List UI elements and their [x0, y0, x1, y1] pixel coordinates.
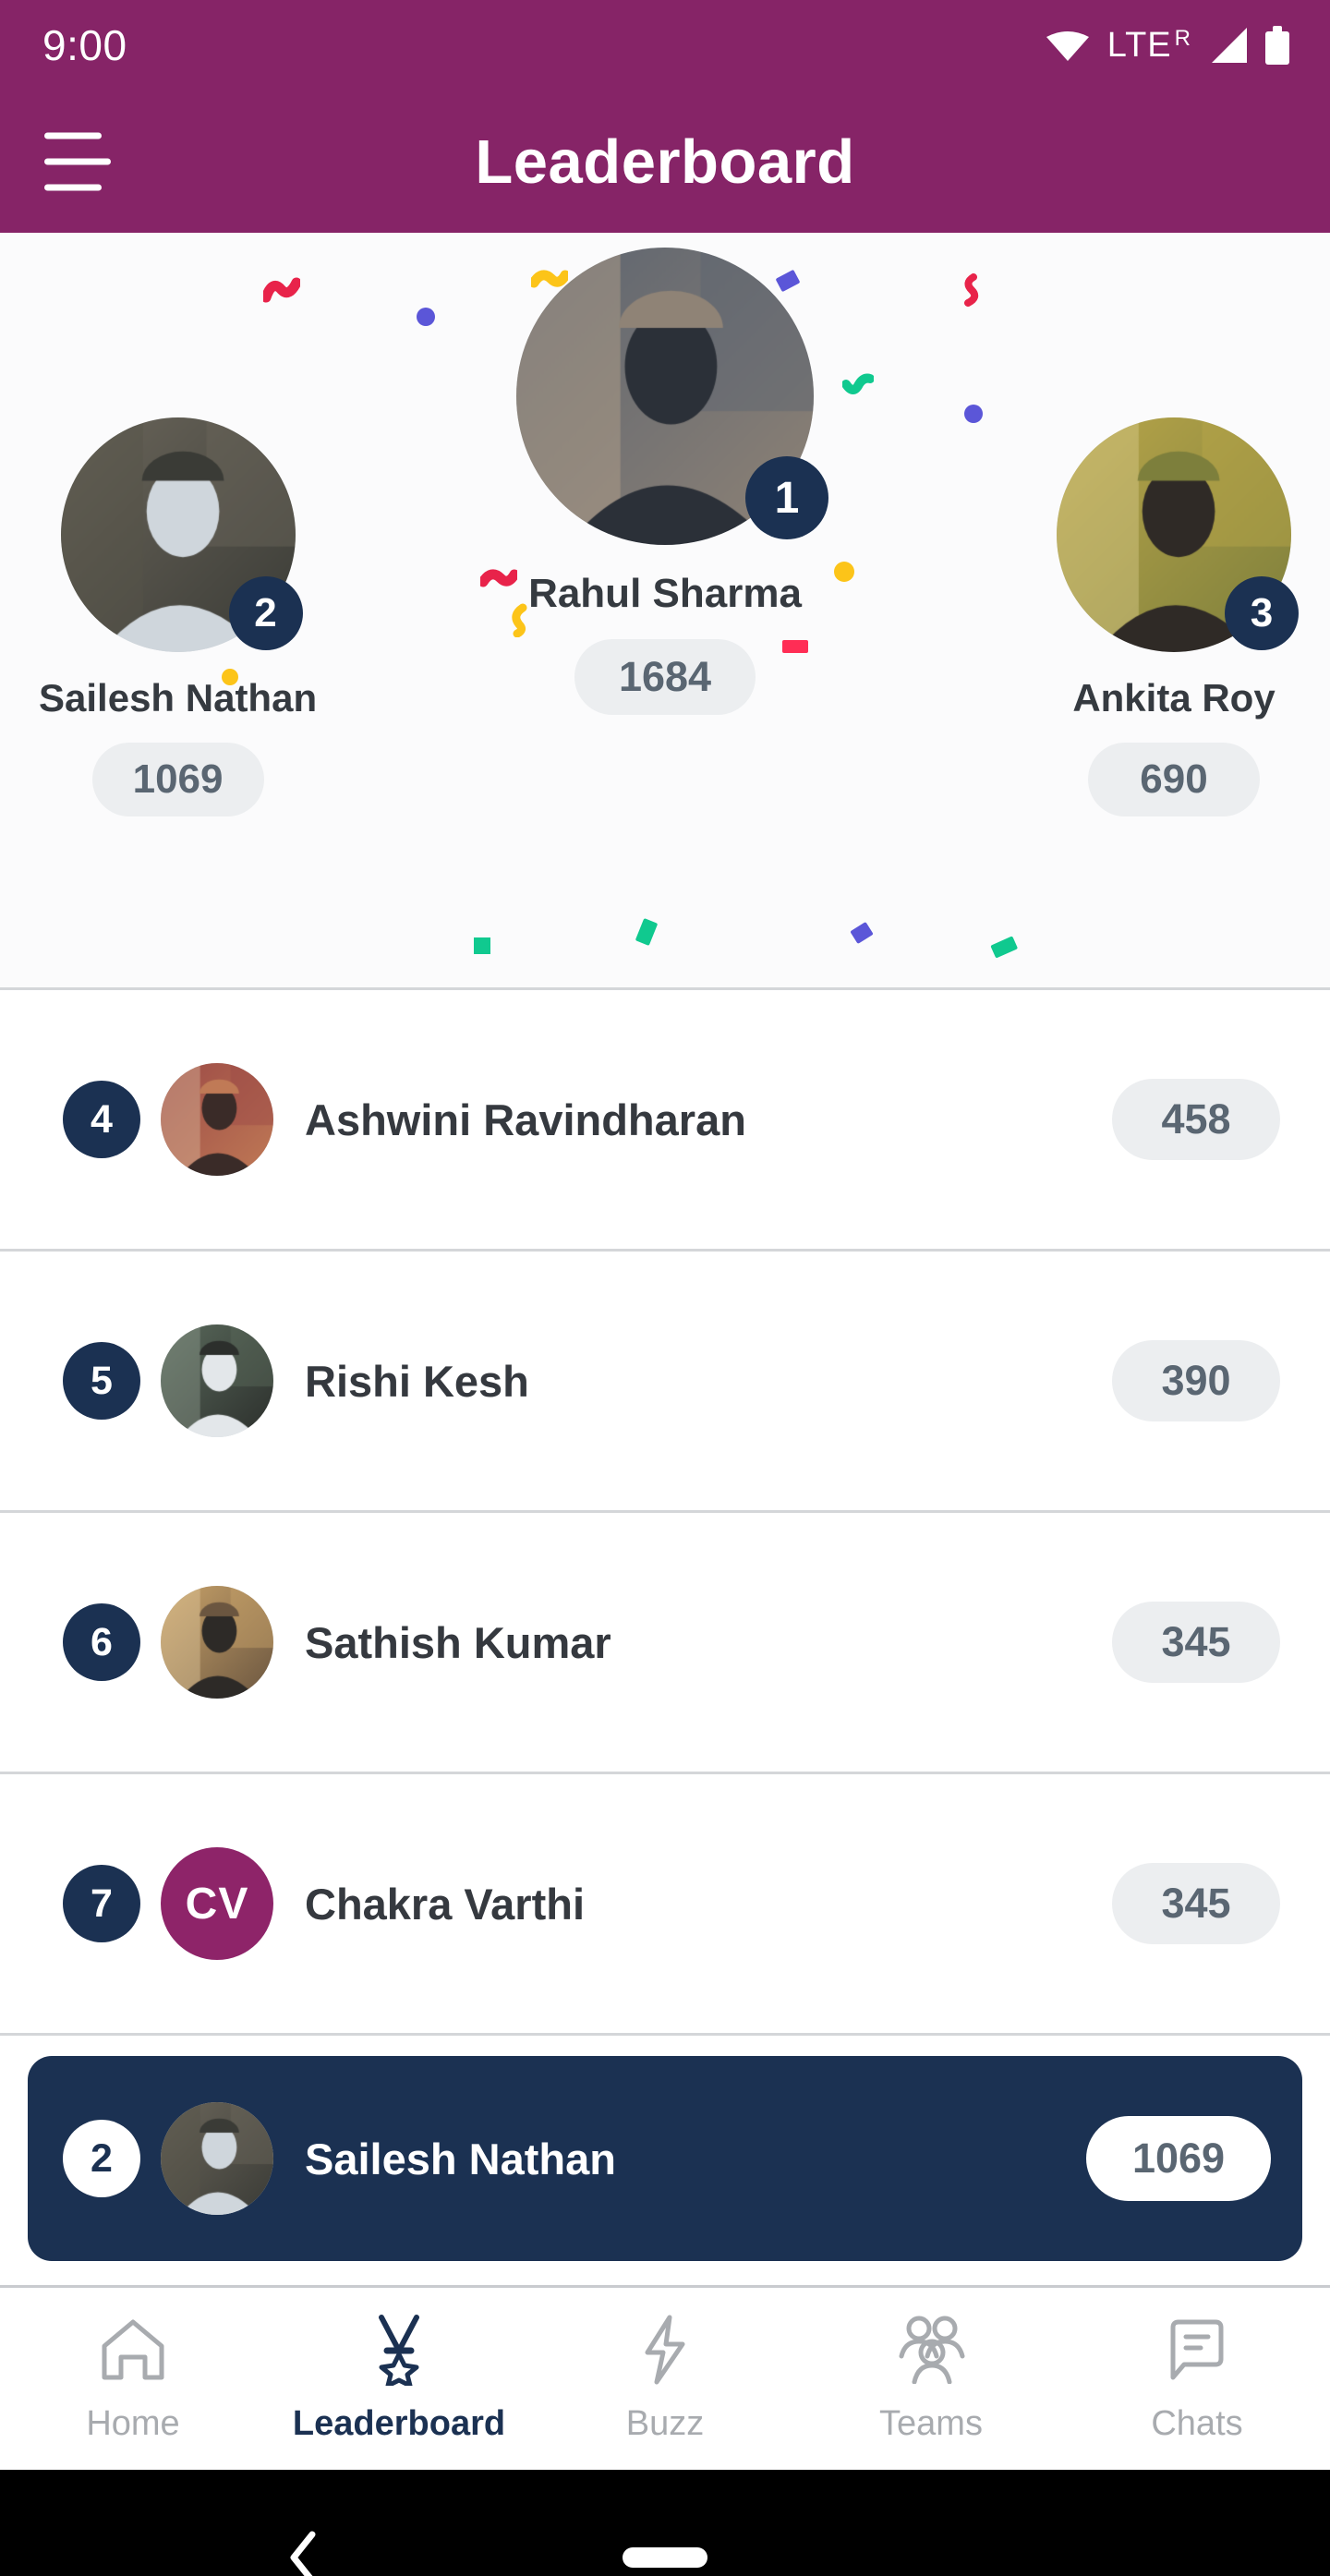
nav-item-chats[interactable]: Chats: [1064, 2314, 1330, 2444]
nav-label-teams: Teams: [879, 2404, 983, 2443]
row-user-name: Chakra Varthi: [305, 1879, 586, 1929]
current-user-avatar[interactable]: [161, 2102, 273, 2215]
podium-winner-second[interactable]: 2 Sailesh Nathan 1069: [39, 417, 317, 816]
current-user-container: 2 Sailesh Nathan 1069: [0, 2036, 1330, 2285]
home-icon: [97, 2314, 169, 2386]
nav-label-chats: Chats: [1151, 2404, 1243, 2443]
nav-item-home[interactable]: Home: [0, 2314, 266, 2444]
home-pill-indicator[interactable]: [623, 2547, 707, 2568]
nav-label-leaderboard: Leaderboard: [292, 2404, 506, 2443]
podium-winner-third[interactable]: 3 Ankita Roy 690: [1057, 417, 1299, 816]
winner-score-third: 690: [1088, 743, 1260, 816]
wifi-icon: [1046, 31, 1089, 61]
system-navigation-bar: [0, 2470, 1330, 2576]
current-user-name: Sailesh Nathan: [305, 2134, 616, 2183]
row-user-name: Sathish Kumar: [305, 1617, 611, 1667]
row-rank-badge: 6: [63, 1603, 140, 1681]
avatar-initials-text: CV: [161, 1847, 273, 1960]
row-avatar-initials[interactable]: CV: [161, 1847, 273, 1960]
table-row[interactable]: 7 CV Chakra Varthi 345: [0, 1774, 1330, 2036]
confetti-check-green: [842, 373, 874, 394]
row-user-name: Ashwini Ravindharan: [305, 1094, 746, 1144]
table-row[interactable]: 5 Rishi Kesh 390: [0, 1252, 1330, 1513]
nav-label-buzz: Buzz: [625, 2404, 705, 2443]
confetti-dot-yellow: [834, 562, 854, 582]
row-avatar[interactable]: [161, 1586, 273, 1699]
table-row[interactable]: 4 Ashwini Ravindharan 458: [0, 990, 1330, 1252]
confetti-swirl-pink: [964, 273, 979, 307]
confetti-bar-periwinkle: [851, 922, 873, 944]
nav-item-leaderboard[interactable]: Leaderboard: [266, 2314, 532, 2444]
confetti-bar-emerald: [990, 936, 1018, 958]
row-score-pill: 345: [1112, 1602, 1280, 1683]
avatar-wrap-first: 1: [516, 248, 828, 545]
hamburger-menu-icon[interactable]: [44, 132, 111, 191]
winner-score-second: 1069: [91, 743, 264, 816]
people-group-icon: [894, 2314, 968, 2386]
rank-badge-third: 3: [1225, 576, 1299, 650]
phone-screen: 9:00 LTE R Leaderboard 1 Rahul Sharma 16…: [0, 0, 1330, 2576]
app-bar: Leaderboard: [0, 91, 1330, 233]
confetti-squiggle-pink: [263, 277, 300, 303]
nav-item-buzz[interactable]: Buzz: [532, 2314, 798, 2444]
current-user-row[interactable]: 2 Sailesh Nathan 1069: [28, 2056, 1302, 2261]
lightning-bolt-icon: [638, 2314, 692, 2386]
signal-icon: [1212, 28, 1247, 63]
row-score-pill: 458: [1112, 1079, 1280, 1160]
confetti-dot-blue: [964, 405, 983, 423]
winner-score-first: 1684: [574, 639, 756, 715]
podium-winner-first[interactable]: 1 Rahul Sharma 1684: [516, 248, 828, 715]
row-user-name: Rishi Kesh: [305, 1356, 529, 1406]
lte-label: LTE: [1106, 25, 1172, 65]
status-icon-group: LTE R: [1046, 26, 1289, 66]
bottom-navigation-bar: Home Leaderboard Buzz Teams Chats: [0, 2285, 1330, 2470]
winner-name-second: Sailesh Nathan: [39, 676, 318, 720]
confetti-bar-teal: [635, 918, 658, 946]
confetti-square-green: [474, 937, 490, 954]
row-rank-badge: 7: [63, 1865, 140, 1942]
current-user-rank-badge: 2: [63, 2120, 140, 2197]
nav-item-teams[interactable]: Teams: [798, 2314, 1064, 2444]
row-score-pill: 345: [1112, 1863, 1280, 1944]
winner-name-first: Rahul Sharma: [528, 571, 802, 616]
current-user-score-pill: 1069: [1086, 2116, 1271, 2201]
status-clock: 9:00: [42, 21, 127, 69]
roaming-label: R: [1174, 25, 1191, 51]
medal-icon: [367, 2314, 431, 2386]
row-score-pill: 390: [1112, 1340, 1280, 1421]
page-title: Leaderboard: [475, 127, 855, 197]
confetti-squiggle-crimson: [480, 569, 517, 587]
nav-label-home: Home: [86, 2404, 180, 2443]
table-row[interactable]: 6 Sathish Kumar 345: [0, 1513, 1330, 1774]
leaderboard-list: 4 Ashwini Ravindharan 458 5 Rishi Kesh 3…: [0, 990, 1330, 2285]
confetti-dot-violet: [417, 308, 435, 326]
row-rank-badge: 5: [63, 1342, 140, 1420]
winner-name-third: Ankita Roy: [1072, 676, 1276, 720]
podium-section: 1 Rahul Sharma 1684 2 Sailesh Nathan 106…: [0, 233, 1330, 990]
chat-bubble-icon: [1164, 2314, 1230, 2386]
avatar-wrap-third: 3: [1057, 417, 1299, 652]
status-bar: 9:00 LTE R: [0, 0, 1330, 91]
row-avatar[interactable]: [161, 1063, 273, 1176]
row-avatar[interactable]: [161, 1324, 273, 1437]
battery-icon: [1265, 26, 1289, 65]
row-rank-badge: 4: [63, 1081, 140, 1158]
rank-badge-first: 1: [745, 456, 828, 539]
avatar-wrap-second: 2: [60, 417, 303, 652]
back-chevron-icon[interactable]: [286, 2531, 318, 2576]
network-type-indicator: LTE R: [1107, 26, 1191, 66]
rank-badge-second: 2: [228, 576, 303, 650]
